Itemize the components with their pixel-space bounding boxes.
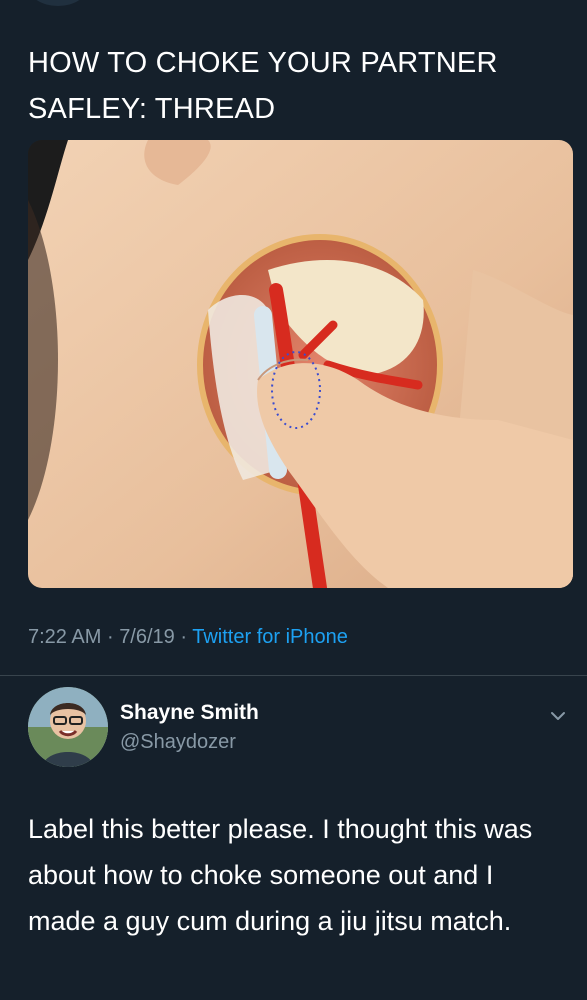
meta-separator: · bbox=[180, 626, 188, 648]
chevron-down-icon[interactable] bbox=[547, 705, 569, 727]
divider bbox=[0, 675, 587, 676]
previous-avatar bbox=[28, 0, 88, 6]
tweet-media-image[interactable] bbox=[28, 140, 573, 588]
tweet-text: HOW TO CHOKE YOUR PARTNER SAFLEY: THREAD bbox=[28, 47, 498, 125]
reply-avatar[interactable] bbox=[28, 687, 108, 767]
user-avatar-icon bbox=[28, 687, 108, 767]
meta-separator: · bbox=[106, 626, 114, 648]
reply-handle[interactable]: @Shaydozer bbox=[120, 731, 236, 754]
reply-text: Label this better please. I thought this… bbox=[28, 814, 533, 936]
tweet-metadata: 7:22 AM · 7/6/19 · Twitter for iPhone bbox=[28, 626, 348, 649]
tweet-thread: HOW TO CHOKE YOUR PARTNER SAFLEY: THREAD bbox=[0, 0, 587, 1000]
neck-anatomy-illustration bbox=[28, 140, 573, 588]
reply-display-name[interactable]: Shayne Smith bbox=[120, 701, 259, 725]
tweet-date: 7/6/19 bbox=[119, 626, 175, 648]
tweet-source-link[interactable]: Twitter for iPhone bbox=[192, 626, 348, 648]
tweet-time: 7:22 AM bbox=[28, 626, 102, 648]
